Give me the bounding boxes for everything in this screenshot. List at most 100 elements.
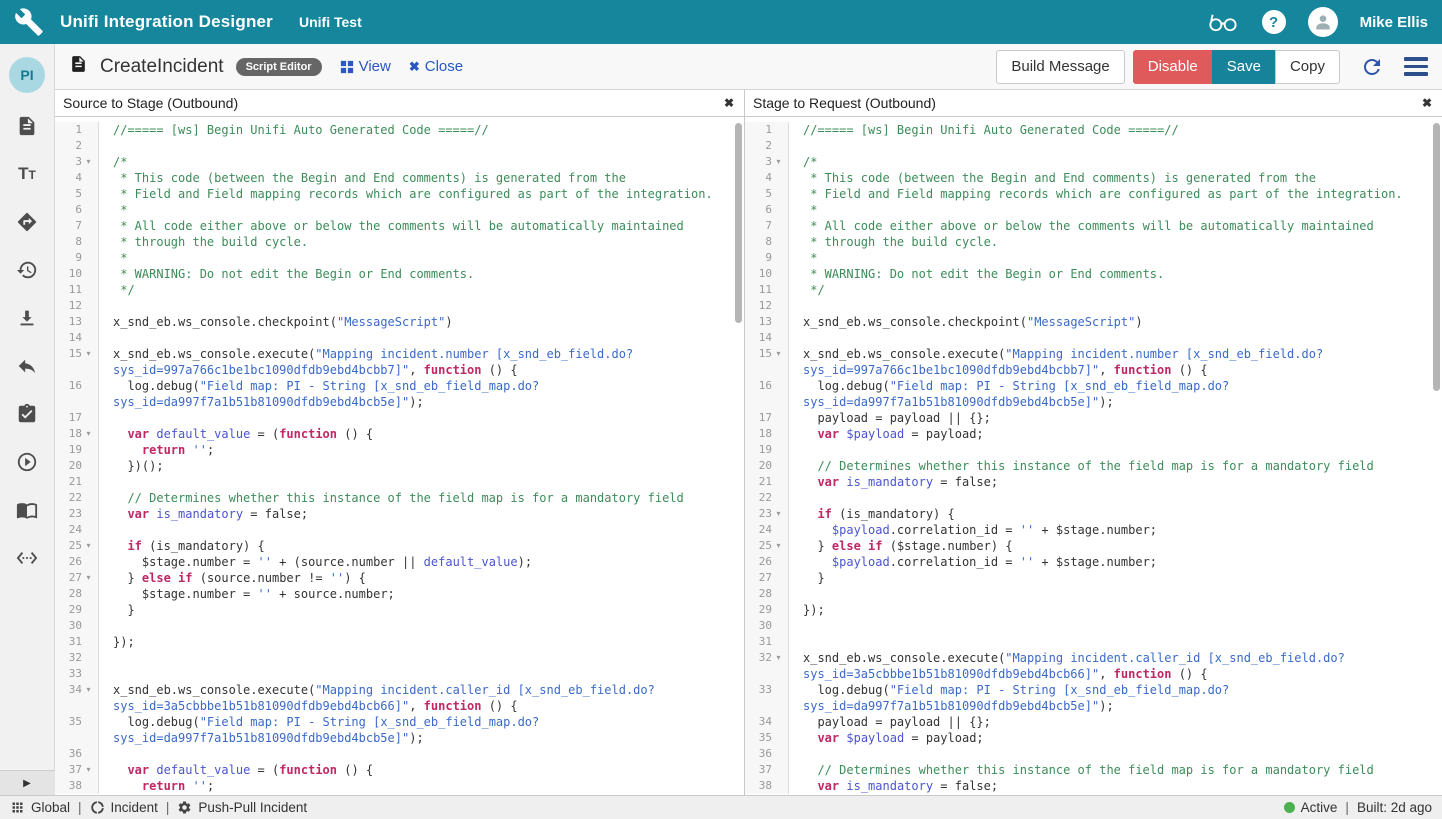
scrollbar-thumb[interactable] (735, 123, 742, 323)
code-text: } else if (source.number != '') { (99, 570, 744, 586)
line-number: 36 (750, 746, 772, 762)
fold-marker-icon[interactable]: ▾ (82, 762, 95, 778)
fold-marker-icon[interactable]: ▾ (82, 570, 95, 586)
fold-spacer (82, 778, 95, 794)
help-icon[interactable]: ? (1262, 10, 1286, 34)
document-icon[interactable] (16, 115, 38, 137)
wrench-icon[interactable] (14, 7, 44, 37)
code-line: 35 var $payload = payload; (745, 730, 1442, 746)
fold-marker-icon[interactable]: ▾ (772, 538, 785, 554)
code-line: 2 (55, 138, 744, 154)
code-line: 23 var is_mandatory = false; (55, 506, 744, 522)
code-line: 10 * WARNING: Do not edit the Begin or E… (745, 266, 1442, 282)
book-icon[interactable] (16, 499, 38, 521)
integration-avatar[interactable]: PI (9, 57, 45, 93)
build-message-button[interactable]: Build Message (996, 50, 1124, 84)
code-line: 29 } (55, 602, 744, 618)
code-text: // Determines whether this instance of t… (789, 458, 1442, 474)
user-name[interactable]: Mike Ellis (1360, 14, 1428, 31)
line-number: 34 (750, 714, 772, 730)
grid-icon (340, 60, 354, 74)
code-text: log.debug("Field map: PI - String [x_snd… (789, 378, 1442, 410)
glasses-icon[interactable] (1206, 11, 1240, 33)
panel-close-icon[interactable]: ✖ (724, 96, 734, 110)
fold-marker-icon[interactable]: ▾ (82, 682, 95, 714)
scope-item[interactable]: Global (10, 800, 70, 815)
code-text: var default_value = (function () { (99, 762, 744, 778)
play-circle-icon[interactable] (16, 451, 38, 473)
panel-close-icon[interactable]: ✖ (1422, 96, 1432, 110)
save-button[interactable]: Save (1212, 50, 1276, 84)
fold-marker-icon[interactable]: ▾ (772, 506, 785, 522)
line-gutter: 29 (55, 602, 99, 618)
line-gutter: 3▾ (55, 154, 99, 170)
fold-marker-icon[interactable]: ▾ (772, 650, 785, 682)
line-gutter: 4 (745, 170, 789, 186)
fold-marker-icon[interactable]: ▾ (82, 538, 95, 554)
separator: | (166, 800, 170, 815)
code-line: 3▾/* (745, 154, 1442, 170)
code-text: var is_mandatory = false; (789, 474, 1442, 490)
reply-icon[interactable] (16, 355, 38, 377)
fold-spacer (772, 570, 785, 586)
refresh-button[interactable] (1360, 55, 1384, 79)
fold-spacer (772, 234, 785, 250)
line-gutter: 13 (745, 314, 789, 330)
panel-source-to-stage: Source to Stage (Outbound) ✖ 1//===== [w… (55, 90, 745, 795)
history-icon[interactable] (16, 259, 38, 281)
disable-button[interactable]: Disable (1133, 50, 1213, 84)
fold-spacer (772, 170, 785, 186)
code-line: 12 (55, 298, 744, 314)
code-line: 32▾x_snd_eb.ws_console.execute("Mapping … (745, 650, 1442, 682)
download-icon[interactable] (16, 307, 38, 329)
fold-marker-icon[interactable]: ▾ (772, 346, 785, 378)
code-editor[interactable]: 1//===== [ws] Begin Unifi Auto Generated… (745, 117, 1442, 795)
code-line: 35 log.debug("Field map: PI - String [x_… (55, 714, 744, 746)
fold-spacer (772, 378, 785, 410)
code-line: 1//===== [ws] Begin Unifi Auto Generated… (745, 122, 1442, 138)
close-button[interactable]: ✖ Close (409, 58, 463, 75)
copy-button[interactable]: Copy (1275, 50, 1340, 84)
line-gutter: 17 (745, 410, 789, 426)
fold-spacer (82, 282, 95, 298)
line-gutter: 19 (745, 442, 789, 458)
sidebar-expand-button[interactable]: ▶ (0, 770, 55, 795)
fold-marker-icon[interactable]: ▾ (82, 154, 95, 170)
directions-icon[interactable] (16, 211, 38, 233)
line-number: 19 (60, 442, 82, 458)
fold-spacer (82, 170, 95, 186)
record-item[interactable]: Incident (90, 800, 158, 815)
code-text: x_snd_eb.ws_console.execute("Mapping inc… (99, 346, 744, 378)
line-gutter: 6 (55, 202, 99, 218)
code-text: x_snd_eb.ws_console.checkpoint("MessageS… (789, 314, 1442, 330)
line-gutter: 23▾ (745, 506, 789, 522)
code-text: var $payload = payload; (789, 426, 1442, 442)
fold-spacer (82, 506, 95, 522)
code-editor[interactable]: 1//===== [ws] Begin Unifi Auto Generated… (55, 117, 744, 795)
fold-spacer (82, 218, 95, 234)
code-text: /* (99, 154, 744, 170)
integration-item[interactable]: Push-Pull Incident (177, 800, 307, 815)
code-text: x_snd_eb.ws_console.execute("Mapping inc… (789, 346, 1442, 378)
text-fields-icon[interactable]: TT (18, 163, 36, 185)
code-line: 21 var is_mandatory = false; (745, 474, 1442, 490)
scrollbar-thumb[interactable] (1433, 123, 1440, 391)
menu-button[interactable] (1404, 57, 1428, 76)
fold-marker-icon[interactable]: ▾ (82, 426, 95, 442)
fold-spacer (772, 122, 785, 138)
line-gutter: 23 (55, 506, 99, 522)
fold-spacer (772, 618, 785, 634)
view-button[interactable]: View (340, 58, 391, 75)
fold-marker-icon[interactable]: ▾ (772, 154, 785, 170)
code-text: //===== [ws] Begin Unifi Auto Generated … (99, 122, 744, 138)
user-avatar[interactable] (1308, 7, 1338, 37)
code-text: $stage.number = '' + (source.number || d… (99, 554, 744, 570)
code-icon[interactable] (16, 547, 38, 569)
code-line: 24 $payload.correlation_id = '' + $stage… (745, 522, 1442, 538)
line-gutter: 11 (55, 282, 99, 298)
code-line: 26 $payload.correlation_id = '' + $stage… (745, 554, 1442, 570)
code-line: 25▾ } else if ($stage.number) { (745, 538, 1442, 554)
fold-marker-icon[interactable]: ▾ (82, 346, 95, 378)
line-number: 9 (750, 250, 772, 266)
clipboard-check-icon[interactable] (16, 403, 38, 425)
